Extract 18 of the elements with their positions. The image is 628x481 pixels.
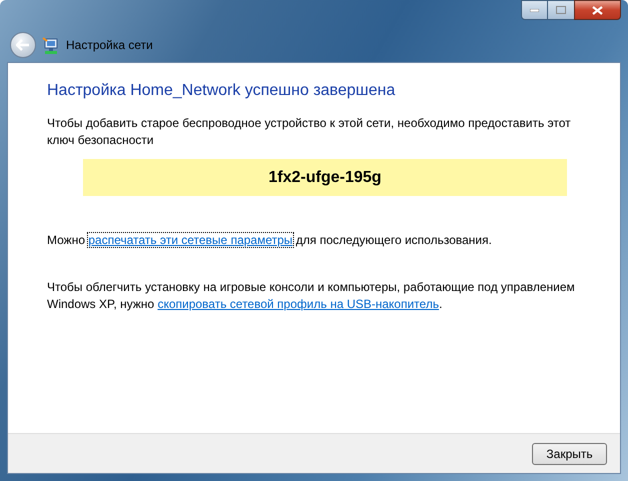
network-icon [42,37,60,55]
minimize-button[interactable] [521,0,548,20]
link[interactable]: распечатать эти сетевые параметры [88,233,293,247]
link[interactable]: скопировать сетевой профиль на USB-накопитель [158,297,439,311]
intro-text: Чтобы добавить старое беспроводное устройство к этой сети, необходимо предоставить этот ключ безопасности [47,115,572,149]
close-dialog-button[interactable]: Закрыть [532,442,607,464]
close-icon [592,6,603,14]
back-button[interactable] [10,32,36,58]
print-text: Можно распечатать эти сетевые параметры для последующего использования. [47,232,493,249]
back-arrow-icon [16,39,30,51]
security-key: 1fx2-ufge-195g [268,166,382,190]
maximize-icon [556,6,566,14]
heading: Настройка Home_Network успешно завершена [47,81,396,101]
window-title: Настройка сети [66,37,153,54]
minimize-icon [530,8,539,12]
maximize-button[interactable] [548,0,574,20]
close-button[interactable] [574,0,621,20]
usb-text: Чтобы облегчить установку на игровые консоли и компьютеры, работающие под управлением Windows XP, нужно скопировать сетевой профиль на USB-накопитель. [47,279,576,313]
